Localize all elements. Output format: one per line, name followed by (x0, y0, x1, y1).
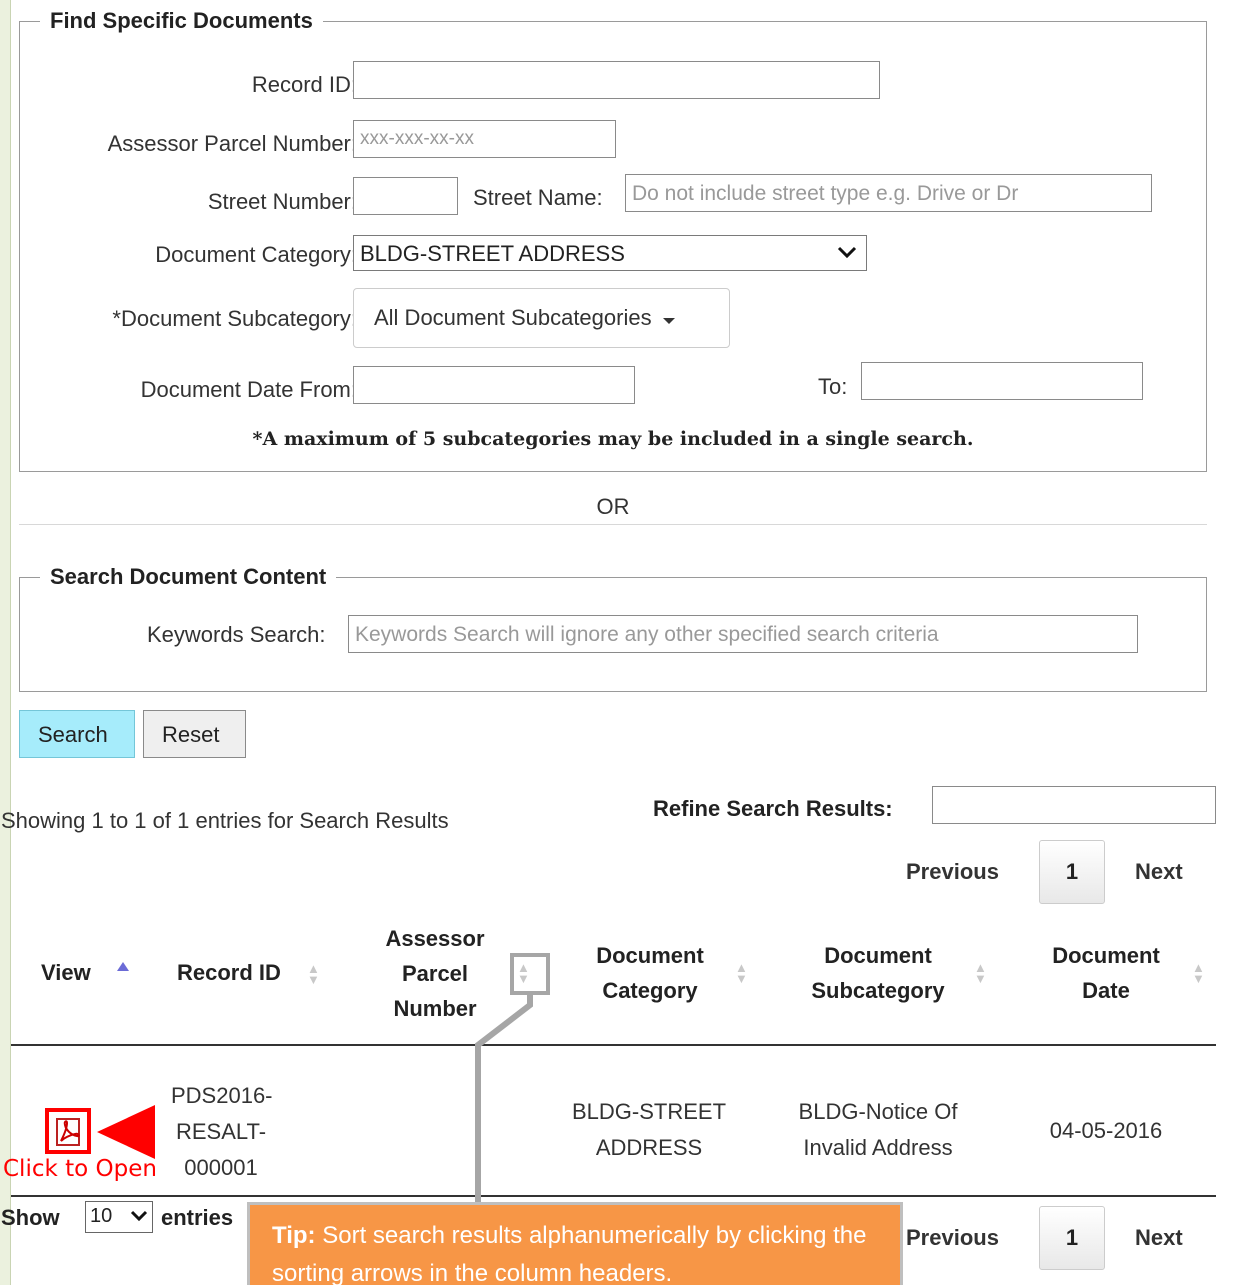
cell-date: 04-05-2016 (1049, 1118, 1163, 1143)
pagination-next-top[interactable]: Next (1135, 859, 1183, 885)
pdf-open-link[interactable] (45, 1108, 91, 1154)
reset-button[interactable]: Reset (143, 710, 246, 758)
tip-text: Sort search results alphanumerically by … (272, 1222, 867, 1285)
street-name-input[interactable]: Do not include street type e.g. Drive or… (625, 174, 1152, 212)
date-to-label: To: (818, 374, 848, 399)
col-header-date-line-1: Document (1052, 943, 1160, 968)
sort-arrows-icon[interactable]: ▲ ▼ (974, 961, 987, 985)
cell-subcategory-line-1: BLDG-Notice Of (798, 1099, 958, 1124)
tip-callout: Tip: Sort search results alphanumericall… (247, 1202, 903, 1285)
or-divider-line (19, 524, 1207, 525)
cell-category-line-1: BLDG-STREET (571, 1099, 727, 1124)
tip-label: Tip: (272, 1222, 316, 1249)
entries-label: entries (161, 1205, 234, 1230)
col-header-record-id[interactable]: Record ID (177, 955, 281, 990)
search-button[interactable]: Search (19, 710, 135, 758)
doc-subcategory-dropdown[interactable]: All Document Subcategories (353, 288, 730, 348)
chevron-down-icon (836, 240, 858, 270)
triangle-up-icon (116, 959, 130, 977)
sort-arrows-icon[interactable]: ▲ ▼ (307, 962, 320, 986)
street-name-label: Street Name: (473, 185, 603, 210)
pagination-current-top[interactable]: 1 (1039, 840, 1105, 904)
subcategory-limit-note: *A maximum of 5 subcategories may be inc… (252, 428, 974, 450)
tip-connector (461, 995, 541, 1210)
date-from-label: Document Date From: (140, 377, 357, 402)
col-header-category-line-2: Category (602, 978, 698, 1003)
find-documents-legend: Find Specific Documents (50, 8, 313, 33)
col-header-category-line-1: Document (596, 943, 704, 968)
page-length-value: 10 (90, 1205, 113, 1227)
refine-label: Refine Search Results: (653, 796, 893, 821)
apn-input[interactable]: xxx-xxx-xx-xx (353, 120, 616, 158)
cell-subcategory: BLDG-Notice Of Invalid Address (783, 1094, 973, 1166)
pagination-previous-top[interactable]: Previous (906, 859, 999, 885)
show-label: Show (1, 1205, 60, 1230)
col-header-record-id-label: Record ID (177, 960, 281, 985)
pagination-previous-bottom[interactable]: Previous (906, 1225, 999, 1251)
content-search-legend: Search Document Content (50, 564, 327, 589)
keywords-label: Keywords Search: (147, 622, 326, 647)
results-summary: Showing 1 to 1 of 1 entries for Search R… (1, 808, 449, 833)
cell-record-id-line-2: RESALT- (175, 1119, 267, 1144)
doc-subcategory-label: *Document Subcategory: (112, 306, 357, 331)
keywords-input[interactable]: Keywords Search will ignore any other sp… (348, 615, 1138, 653)
cell-category-line-2: ADDRESS (595, 1135, 703, 1160)
page-length-select[interactable]: 10 (85, 1201, 153, 1233)
record-id-label: Record ID: (251, 72, 357, 97)
col-header-date-line-2: Date (1082, 978, 1130, 1003)
page: Find Specific Documents Record ID: Asses… (1, 0, 1255, 1285)
sort-arrows-icon[interactable]: ▲ ▼ (735, 961, 748, 985)
cell-record-id-line-1: PDS2016- (171, 1083, 273, 1108)
apn-label: Assessor Parcel Number: (107, 131, 357, 156)
col-header-view-label: View (41, 960, 91, 985)
col-header-subcategory-line-1: Document (824, 943, 932, 968)
cell-category: BLDG-STREET ADDRESS (559, 1094, 739, 1166)
pdf-icon (55, 1117, 83, 1152)
street-number-input[interactable] (353, 177, 458, 215)
doc-category-value: BLDG-STREET ADDRESS (360, 241, 625, 266)
pagination-current-bottom[interactable]: 1 (1039, 1206, 1105, 1270)
date-to-input[interactable] (861, 362, 1143, 400)
cell-record-id: PDS2016- RESALT- 000001 (171, 1078, 273, 1186)
table-footer-divider (11, 1195, 1216, 1197)
or-divider-text: OR (596, 494, 630, 519)
sort-arrows-icon[interactable]: ▲ ▼ (1192, 961, 1205, 985)
col-header-subcategory[interactable]: Document Subcategory (803, 938, 953, 1008)
col-header-category[interactable]: Document Category (586, 938, 714, 1008)
cell-subcategory-line-2: Invalid Address (803, 1135, 953, 1160)
street-number-label: Street Number: (207, 189, 357, 214)
click-to-open-label: Click to Open (3, 1156, 157, 1182)
date-from-input[interactable] (353, 366, 635, 404)
col-header-apn-line-2: Parcel (401, 961, 469, 986)
caret-down-icon (662, 306, 676, 332)
col-header-apn-line-1: Assessor (385, 926, 485, 951)
cell-record-id-line-3: 000001 (184, 1155, 258, 1180)
pagination-next-bottom[interactable]: Next (1135, 1225, 1183, 1251)
record-id-input[interactable] (353, 61, 880, 99)
sort-highlight-box (510, 953, 550, 995)
col-header-view[interactable]: View (41, 955, 91, 990)
doc-subcategory-value: All Document Subcategories (374, 305, 652, 330)
col-header-subcategory-line-2: Subcategory (811, 978, 945, 1003)
doc-category-select[interactable]: BLDG-STREET ADDRESS (353, 235, 867, 271)
refine-input[interactable] (932, 786, 1216, 824)
doc-category-label: Document Category: (155, 242, 357, 267)
chevron-down-icon (130, 1205, 148, 1233)
col-header-date[interactable]: Document Date (1041, 938, 1171, 1008)
